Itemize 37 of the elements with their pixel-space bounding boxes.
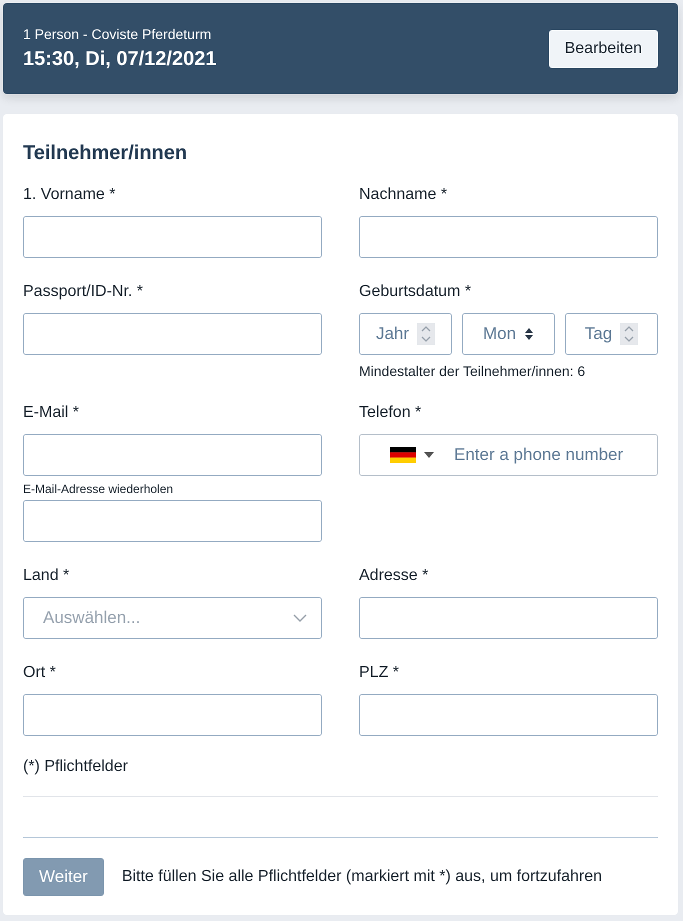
caret-icon xyxy=(424,452,434,458)
spinner-icon xyxy=(620,323,638,345)
spinner-icon xyxy=(417,323,436,345)
field-label: Land * xyxy=(23,566,70,585)
field-label: Nachname * xyxy=(359,185,448,204)
field-label: E-Mail * xyxy=(23,403,80,422)
age-hint: Mindestalter der Teilnehmer/innen: 6 xyxy=(359,363,586,379)
booking-datetime: 15:30, Di, 07/12/2021 xyxy=(23,48,216,71)
input-field[interactable] xyxy=(23,434,322,476)
edit-button[interactable]: Bearbeiten xyxy=(548,30,658,68)
date-part-field[interactable]: Mon xyxy=(462,313,555,355)
field-label: Geburtsdatum * xyxy=(359,282,472,301)
field-label: PLZ * xyxy=(359,663,400,682)
chevron-down-icon xyxy=(293,614,307,622)
input-field[interactable] xyxy=(359,694,658,736)
input-field[interactable] xyxy=(23,313,322,355)
input-field[interactable] xyxy=(23,500,322,542)
date-part-field[interactable]: Jahr xyxy=(359,313,452,355)
field-label: E-Mail-Adresse wiederholen xyxy=(23,482,174,496)
validation-message: Bitte füllen Sie alle Pflichtfelder (markiert mit *) aus, um fortzufahren xyxy=(122,868,602,886)
phone-field[interactable]: Enter a phone number xyxy=(359,434,658,476)
field-label: Passport/ID-Nr. * xyxy=(23,282,144,301)
field-label: Adresse * xyxy=(359,566,430,585)
section-title: Teilnehmer/innen xyxy=(23,142,188,165)
field-label: Telefon * xyxy=(359,403,422,422)
date-part-field[interactable]: Tag xyxy=(565,313,658,355)
input-field[interactable] xyxy=(359,597,658,639)
input-field[interactable] xyxy=(23,216,322,258)
country-select[interactable]: Auswählen... xyxy=(23,597,322,639)
booking-summary: 1 Person - Coviste Pferdeturm xyxy=(23,26,212,42)
required-note: (*) Pflichtfelder xyxy=(23,758,129,776)
field-label: 1. Vorname * xyxy=(23,185,116,204)
input-field[interactable] xyxy=(359,216,658,258)
sort-icon xyxy=(524,327,534,341)
input-field[interactable] xyxy=(23,694,322,736)
flag-icon xyxy=(390,447,416,463)
field-label: Ort * xyxy=(23,663,57,682)
